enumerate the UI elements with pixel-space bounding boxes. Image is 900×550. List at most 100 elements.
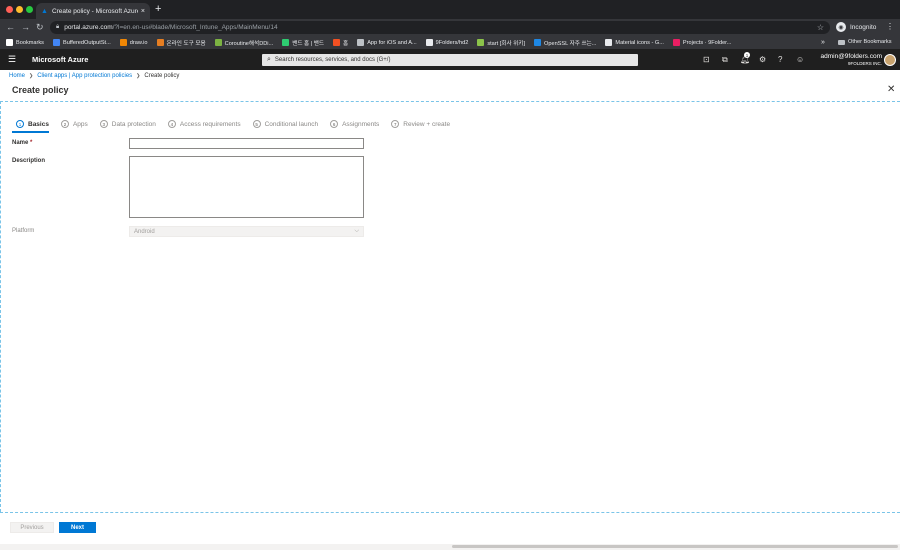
bookmark-label: Bookmarks	[16, 39, 44, 46]
step-label: Basics	[28, 120, 49, 128]
previous-button[interactable]: Previous	[10, 522, 54, 533]
name-label: Name *	[12, 140, 32, 146]
incognito-indicator[interactable]: ◉ Incognito	[836, 22, 876, 32]
minimize-window-button[interactable]	[16, 6, 23, 13]
platform-select[interactable]: Android ⌵	[129, 226, 364, 237]
directory-filter-icon[interactable]: ⧉	[722, 54, 728, 65]
step-label: Conditional launch	[264, 120, 319, 128]
azure-brand[interactable]: Microsoft Azure	[32, 55, 88, 64]
description-textarea[interactable]	[129, 156, 364, 218]
divider	[0, 101, 900, 102]
wizard-step-data-protection[interactable]: 3 Data protection	[99, 120, 156, 128]
back-arrow-icon[interactable]: ←	[6, 21, 15, 34]
bookmark-item[interactable]: 홈	[333, 39, 348, 47]
close-blade-icon[interactable]: ✕	[887, 84, 895, 96]
account-menu[interactable]: admin@9folders.com 9FOLDERS INC.	[804, 53, 882, 66]
bookmark-favicon-icon	[52, 39, 60, 46]
bookmark-item[interactable]: start [회사 위키]	[477, 39, 525, 47]
bookmark-item[interactable]: OpenSSL 자주 쓰는...	[534, 39, 596, 47]
bookmark-item[interactable]: 9Folders/hd2	[425, 39, 468, 46]
avatar[interactable]	[884, 54, 896, 66]
feedback-smiley-icon[interactable]: ☺	[796, 54, 804, 65]
bookmark-star-icon[interactable]: ☆	[817, 23, 824, 32]
bookmark-favicon-icon	[605, 39, 613, 46]
bookmark-item[interactable]: Bookmarks	[6, 39, 44, 46]
step-number: 3	[99, 120, 108, 128]
step-number: 2	[60, 120, 69, 128]
close-window-button[interactable]	[6, 6, 13, 13]
reload-icon[interactable]: ↻	[36, 21, 44, 34]
wizard-step-basics[interactable]: 1 Basics	[16, 120, 49, 128]
next-button[interactable]: Next	[59, 522, 96, 533]
bookmark-label: App for iOS and A...	[367, 39, 417, 46]
step-number: 6	[330, 120, 339, 128]
bookmark-item[interactable]: 밴드 홈 | 밴드	[282, 39, 324, 47]
platform-selected-value: Android	[134, 228, 155, 235]
step-number: 7	[391, 120, 400, 128]
divider	[0, 101, 1, 512]
divider	[0, 512, 900, 513]
bookmark-item[interactable]: Coroutine해석DDi...	[214, 39, 273, 47]
address-bar-row: ← → ↻ 🔒︎ portal.azure.com /?l=en.en-us#b…	[0, 19, 900, 36]
breadcrumb-current: Create policy	[144, 73, 180, 79]
url-input[interactable]: 🔒︎ portal.azure.com /?l=en.en-us#blade/M…	[50, 21, 830, 34]
step-number: 1	[16, 120, 24, 128]
settings-gear-icon[interactable]: ⚙	[759, 54, 766, 65]
search-icon: ⌕	[267, 56, 271, 63]
global-search-input[interactable]: ⌕ Search resources, services, and docs (…	[262, 54, 638, 66]
breadcrumb-home[interactable]: Home	[9, 73, 25, 79]
new-tab-button[interactable]: +	[155, 3, 161, 16]
name-input[interactable]	[129, 138, 364, 149]
wizard-step-review-create[interactable]: 7 Review + create	[391, 120, 450, 128]
tab-close-icon[interactable]: ×	[141, 8, 145, 15]
wizard-step-conditional-launch[interactable]: 5 Conditional launch	[252, 120, 319, 128]
browser-tab-bar: ▲ Create policy - Microsoft Azure × +	[0, 0, 900, 19]
bookmark-label: Projects · 9Folder...	[682, 39, 732, 46]
platform-label: Platform	[12, 228, 35, 234]
bookmark-item[interactable]: draw.io	[119, 39, 148, 46]
name-label-text: Name	[12, 140, 29, 146]
chevron-down-icon: ⌵	[354, 228, 359, 234]
step-label: Access requirements	[179, 120, 241, 128]
bookmark-favicon-icon	[119, 39, 127, 46]
bookmark-favicon-icon	[214, 39, 222, 46]
bookmark-label: OpenSSL 자주 쓰는...	[544, 40, 597, 47]
bookmark-label: BufferedOutputSt...	[62, 39, 111, 46]
bookmark-item[interactable]: Projects · 9Folder...	[672, 39, 732, 46]
cloud-shell-icon[interactable]: ⊡	[703, 54, 710, 65]
maximize-window-button[interactable]	[26, 6, 33, 13]
account-org: 9FOLDERS INC.	[847, 61, 882, 66]
wizard-steps: 1 Basics 2 Apps 3 Data protection 4 Access requ…	[16, 120, 462, 128]
scrollbar-thumb[interactable]	[452, 545, 898, 548]
wizard-step-assignments[interactable]: 6 Assignments	[330, 120, 379, 128]
step-number: 5	[252, 120, 261, 128]
bookmark-item[interactable]: 온라인 도구 모음	[156, 39, 206, 47]
browser-tab[interactable]: ▲ Create policy - Microsoft Azure ×	[36, 3, 150, 19]
other-bookmarks-label: Other Bookmarks	[848, 39, 892, 45]
bookmark-favicon-icon	[425, 39, 433, 46]
bookmark-label: draw.io	[129, 39, 148, 46]
folder-icon	[838, 40, 845, 45]
hamburger-menu-icon[interactable]: ☰	[8, 53, 16, 65]
tab-title: Create policy - Microsoft Azure	[51, 7, 138, 15]
bookmark-favicon-icon	[333, 39, 341, 46]
forward-arrow-icon[interactable]: →	[21, 21, 30, 34]
step-label: Data protection	[111, 120, 156, 128]
wizard-step-access-requirements[interactable]: 4 Access requirements	[167, 120, 241, 128]
active-step-indicator	[12, 131, 49, 133]
bookmark-favicon-icon	[534, 39, 541, 46]
breadcrumb-client-apps[interactable]: Client apps | App protection policies	[37, 73, 132, 79]
help-icon[interactable]: ?	[778, 54, 782, 65]
search-placeholder: Search resources, services, and docs (G+…	[274, 57, 391, 63]
bookmark-item[interactable]: BufferedOutputSt...	[52, 39, 111, 46]
page-title: Create policy	[12, 85, 69, 95]
bookmark-item[interactable]: App for iOS and A...	[357, 39, 417, 46]
notification-badge: 1	[744, 52, 750, 58]
bookmark-label: 밴드 홈 | 밴드	[292, 40, 325, 47]
other-bookmarks-folder[interactable]: Other Bookmarks	[838, 36, 892, 49]
browser-menu-icon[interactable]: ⋮	[886, 22, 894, 31]
more-bookmarks-button[interactable]: »	[821, 36, 825, 49]
incognito-icon: ◉	[836, 22, 846, 32]
bookmark-item[interactable]: Material icons - G...	[605, 39, 664, 46]
wizard-step-apps[interactable]: 2 Apps	[60, 120, 88, 128]
